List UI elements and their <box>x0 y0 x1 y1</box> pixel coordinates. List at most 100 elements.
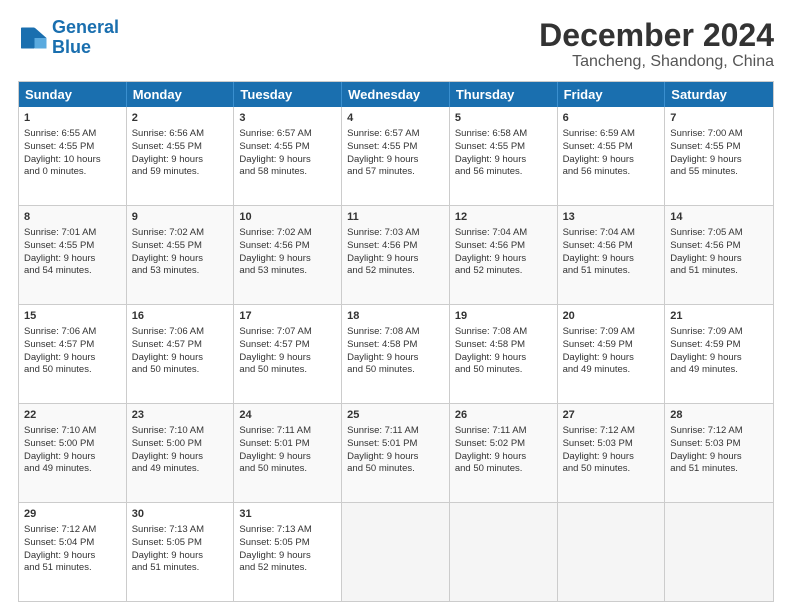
day-info: Sunset: 4:55 PM <box>455 141 525 152</box>
day-info: Sunrise: 7:02 AM <box>239 227 311 238</box>
day-info: Sunrise: 6:58 AM <box>455 128 527 139</box>
day-number: 26 <box>455 408 552 423</box>
day-number: 13 <box>563 210 660 225</box>
day-number: 31 <box>239 507 336 522</box>
day-info: and 50 minutes. <box>24 364 92 375</box>
day-info: Sunset: 4:55 PM <box>132 240 202 251</box>
day-info: Sunrise: 7:02 AM <box>132 227 204 238</box>
day-info: and 50 minutes. <box>455 364 523 375</box>
day-info: Sunset: 4:59 PM <box>670 339 740 350</box>
day-info: and 51 minutes. <box>670 463 738 474</box>
day-info: Sunrise: 7:09 AM <box>670 326 742 337</box>
cal-cell: 6Sunrise: 6:59 AMSunset: 4:55 PMDaylight… <box>558 107 666 205</box>
day-info: Sunset: 5:04 PM <box>24 537 94 548</box>
cal-row-3: 15Sunrise: 7:06 AMSunset: 4:57 PMDayligh… <box>19 304 773 403</box>
day-number: 8 <box>24 210 121 225</box>
day-number: 6 <box>563 111 660 126</box>
day-info: Daylight: 9 hours <box>455 154 526 165</box>
day-info: Sunrise: 7:10 AM <box>24 425 96 436</box>
calendar: Sunday Monday Tuesday Wednesday Thursday… <box>18 81 774 602</box>
cal-cell: 16Sunrise: 7:06 AMSunset: 4:57 PMDayligh… <box>127 305 235 403</box>
day-number: 5 <box>455 111 552 126</box>
cal-row-4: 22Sunrise: 7:10 AMSunset: 5:00 PMDayligh… <box>19 403 773 502</box>
cal-cell: 5 Sunrise: 6:58 AM Sunset: 4:55 PM Daylight… <box>450 107 558 205</box>
cal-cell <box>665 503 773 601</box>
day-info: Daylight: 9 hours <box>24 253 95 264</box>
day-info: Sunset: 4:58 PM <box>455 339 525 350</box>
day-info: Sunrise: 6:55 AM <box>24 128 96 139</box>
day-info: Sunrise: 7:13 AM <box>239 524 311 535</box>
day-info: Sunset: 4:56 PM <box>239 240 309 251</box>
cal-cell <box>558 503 666 601</box>
cal-cell: 24Sunrise: 7:11 AMSunset: 5:01 PMDayligh… <box>234 404 342 502</box>
day-info: and 50 minutes. <box>347 364 415 375</box>
cal-cell: 23Sunrise: 7:10 AMSunset: 5:00 PMDayligh… <box>127 404 235 502</box>
cal-cell: 21Sunrise: 7:09 AMSunset: 4:59 PMDayligh… <box>665 305 773 403</box>
day-info: Daylight: 9 hours <box>239 451 310 462</box>
day-info: Sunset: 5:01 PM <box>347 438 417 449</box>
day-info: Sunset: 5:00 PM <box>24 438 94 449</box>
day-number: 25 <box>347 408 444 423</box>
day-info: Sunrise: 7:04 AM <box>563 227 635 238</box>
day-info: Sunset: 4:55 PM <box>24 141 94 152</box>
title-block: December 2024 Tancheng, Shandong, China <box>539 18 774 71</box>
day-info: and 50 minutes. <box>455 463 523 474</box>
day-info: Sunset: 4:56 PM <box>347 240 417 251</box>
day-info: Daylight: 9 hours <box>347 154 418 165</box>
day-number: 30 <box>132 507 229 522</box>
cal-cell: 18Sunrise: 7:08 AMSunset: 4:58 PMDayligh… <box>342 305 450 403</box>
day-info: and 55 minutes. <box>670 166 738 177</box>
day-info: and 50 minutes. <box>347 463 415 474</box>
day-info: Sunset: 5:05 PM <box>132 537 202 548</box>
day-info: and 49 minutes. <box>670 364 738 375</box>
header-sunday: Sunday <box>19 82 127 107</box>
day-info: Daylight: 9 hours <box>24 352 95 363</box>
day-number: 14 <box>670 210 768 225</box>
day-info: Daylight: 9 hours <box>347 352 418 363</box>
day-info: and 52 minutes. <box>239 562 307 573</box>
day-number: 11 <box>347 210 444 225</box>
main-title: December 2024 <box>539 18 774 53</box>
day-info: Daylight: 9 hours <box>239 352 310 363</box>
day-info: and 50 minutes. <box>239 463 307 474</box>
day-info: Sunset: 5:05 PM <box>239 537 309 548</box>
page: General Blue December 2024 Tancheng, Sha… <box>0 0 792 612</box>
day-info: Sunrise: 7:12 AM <box>670 425 742 436</box>
day-info: Sunrise: 7:11 AM <box>347 425 419 436</box>
day-number: 23 <box>132 408 229 423</box>
day-info: Daylight: 9 hours <box>24 451 95 462</box>
day-info: Sunset: 4:55 PM <box>239 141 309 152</box>
cal-cell: 28Sunrise: 7:12 AMSunset: 5:03 PMDayligh… <box>665 404 773 502</box>
day-info: Sunset: 5:03 PM <box>563 438 633 449</box>
cal-row-2: 8Sunrise: 7:01 AMSunset: 4:55 PMDaylight… <box>19 205 773 304</box>
day-number: 24 <box>239 408 336 423</box>
cal-cell: 22Sunrise: 7:10 AMSunset: 5:00 PMDayligh… <box>19 404 127 502</box>
day-info: Sunset: 4:59 PM <box>563 339 633 350</box>
day-info: and 57 minutes. <box>347 166 415 177</box>
header-wednesday: Wednesday <box>342 82 450 107</box>
cal-cell: 26Sunrise: 7:11 AMSunset: 5:02 PMDayligh… <box>450 404 558 502</box>
day-info: and 0 minutes. <box>24 166 86 177</box>
logo-line2: Blue <box>52 37 91 57</box>
header-friday: Friday <box>558 82 666 107</box>
day-info: Sunset: 4:55 PM <box>132 141 202 152</box>
subtitle: Tancheng, Shandong, China <box>539 53 774 71</box>
day-number: 20 <box>563 309 660 324</box>
day-info: Sunrise: 7:12 AM <box>563 425 635 436</box>
logo-line1: General <box>52 17 119 37</box>
day-number: 19 <box>455 309 552 324</box>
cal-cell: 27Sunrise: 7:12 AMSunset: 5:03 PMDayligh… <box>558 404 666 502</box>
day-info: Sunset: 4:57 PM <box>239 339 309 350</box>
day-info: Sunset: 5:02 PM <box>455 438 525 449</box>
day-info: and 53 minutes. <box>239 265 307 276</box>
day-info: Daylight: 10 hours <box>24 154 101 165</box>
day-number: 10 <box>239 210 336 225</box>
header-monday: Monday <box>127 82 235 107</box>
day-info: and 53 minutes. <box>132 265 200 276</box>
day-info: and 49 minutes. <box>24 463 92 474</box>
day-info: Sunset: 4:56 PM <box>563 240 633 251</box>
day-info: and 59 minutes. <box>132 166 200 177</box>
cal-cell: 15Sunrise: 7:06 AMSunset: 4:57 PMDayligh… <box>19 305 127 403</box>
day-info: Sunset: 4:58 PM <box>347 339 417 350</box>
day-info: Sunset: 4:56 PM <box>455 240 525 251</box>
